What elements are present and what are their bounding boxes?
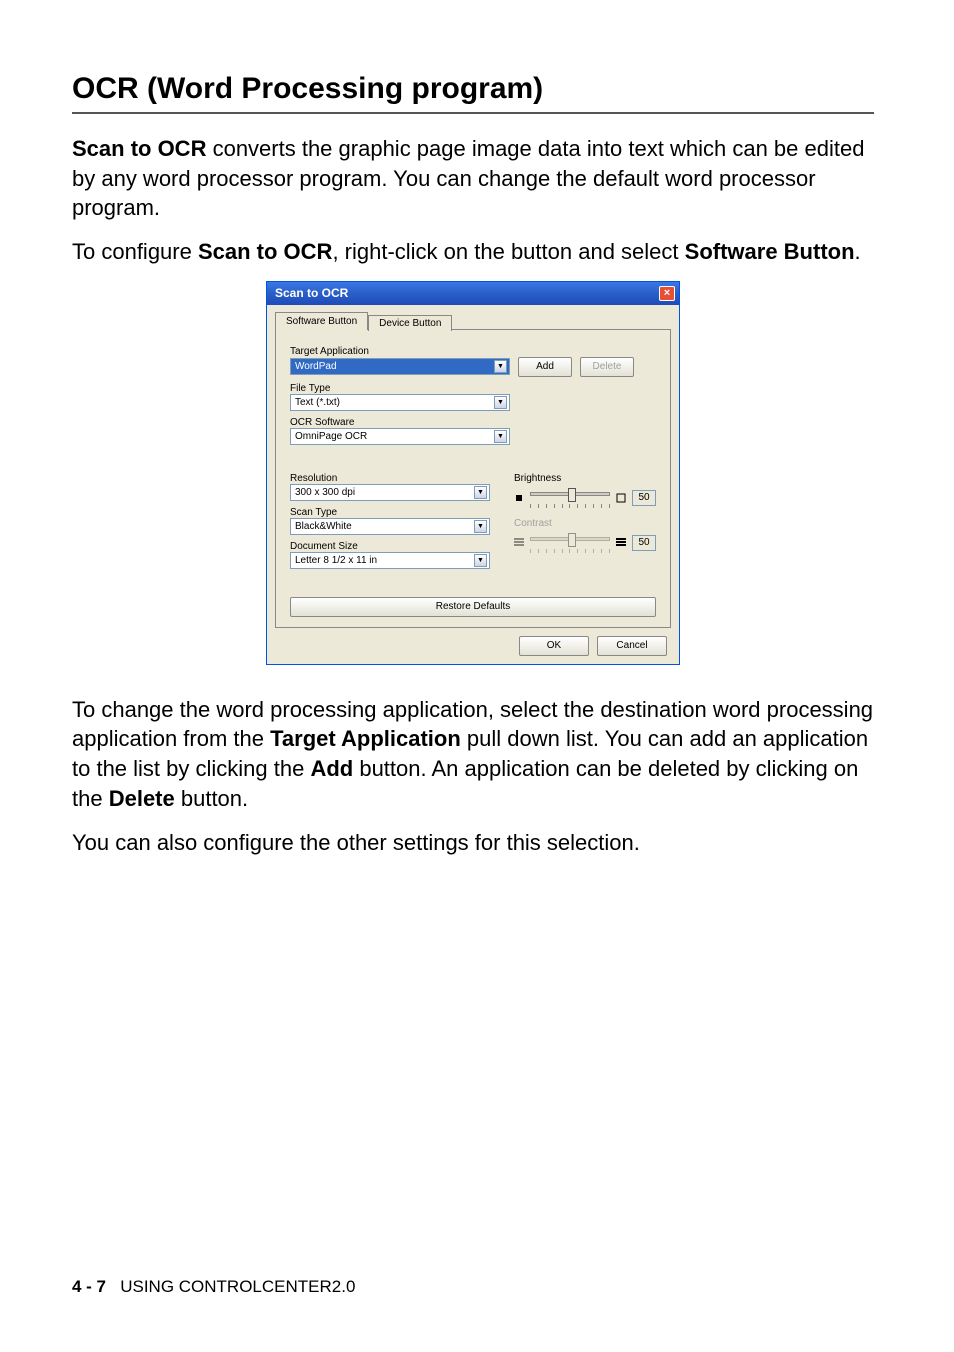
brightness-high-icon bbox=[616, 493, 626, 503]
contrast-high-icon bbox=[616, 538, 626, 548]
chevron-down-icon[interactable]: ▼ bbox=[474, 554, 487, 567]
chevron-down-icon[interactable]: ▼ bbox=[494, 430, 507, 443]
cancel-button[interactable]: Cancel bbox=[597, 636, 667, 656]
chevron-down-icon[interactable]: ▼ bbox=[474, 520, 487, 533]
label-target-application: Target Application bbox=[290, 346, 656, 357]
scan-to-ocr-dialog: Scan to OCR × Software Button Device But… bbox=[266, 281, 680, 665]
footer-section: USING CONTROLCENTER2.0 bbox=[120, 1277, 355, 1296]
resolution-value: 300 x 300 dpi bbox=[295, 485, 355, 500]
target-application-select[interactable]: WordPad ▼ bbox=[290, 358, 510, 375]
page-footer: 4 - 7 USING CONTROLCENTER2.0 bbox=[72, 1277, 874, 1297]
brightness-value: 50 bbox=[632, 490, 656, 506]
label-file-type: File Type bbox=[290, 383, 656, 394]
p2-d: Software Button bbox=[685, 239, 855, 264]
tab-panel: Target Application WordPad ▼ Add Delete … bbox=[275, 329, 671, 628]
chevron-down-icon[interactable]: ▼ bbox=[474, 486, 487, 499]
p2-e: . bbox=[855, 239, 861, 264]
paragraph-3: To change the word processing applicatio… bbox=[72, 695, 874, 814]
contrast-value: 50 bbox=[632, 535, 656, 551]
tab-software-button[interactable]: Software Button bbox=[275, 312, 368, 330]
contrast-slider bbox=[530, 533, 610, 553]
ocr-software-value: OmniPage OCR bbox=[295, 429, 367, 444]
p3-d: Add bbox=[310, 756, 353, 781]
p2-a: To configure bbox=[72, 239, 198, 264]
ocr-software-select[interactable]: OmniPage OCR ▼ bbox=[290, 428, 510, 445]
chevron-down-icon[interactable]: ▼ bbox=[494, 396, 507, 409]
p1-lead: Scan to OCR bbox=[72, 136, 206, 161]
p3-f: Delete bbox=[109, 786, 175, 811]
paragraph-1: Scan to OCR converts the graphic page im… bbox=[72, 134, 874, 223]
dialog-title: Scan to OCR bbox=[275, 286, 348, 300]
tab-device-button[interactable]: Device Button bbox=[368, 315, 452, 331]
document-size-select[interactable]: Letter 8 1/2 x 11 in ▼ bbox=[290, 552, 490, 569]
dialog-titlebar: Scan to OCR × bbox=[267, 282, 679, 305]
brightness-slider[interactable] bbox=[530, 488, 610, 508]
label-resolution: Resolution bbox=[290, 473, 490, 484]
paragraph-4: You can also configure the other setting… bbox=[72, 828, 874, 858]
label-scan-type: Scan Type bbox=[290, 507, 490, 518]
target-application-value: WordPad bbox=[295, 359, 337, 374]
resolution-select[interactable]: 300 x 300 dpi ▼ bbox=[290, 484, 490, 501]
label-ocr-software: OCR Software bbox=[290, 417, 656, 428]
contrast-low-icon bbox=[514, 538, 524, 548]
label-contrast: Contrast bbox=[514, 518, 656, 529]
paragraph-2: To configure Scan to OCR, right-click on… bbox=[72, 237, 874, 267]
close-icon[interactable]: × bbox=[659, 286, 675, 301]
brightness-low-icon bbox=[514, 493, 524, 503]
p3-g: button. bbox=[175, 786, 248, 811]
heading-rule bbox=[72, 112, 874, 114]
restore-defaults-button[interactable]: Restore Defaults bbox=[290, 597, 656, 617]
label-brightness: Brightness bbox=[514, 473, 656, 484]
file-type-select[interactable]: Text (*.txt) ▼ bbox=[290, 394, 510, 411]
p3-b: Target Application bbox=[270, 726, 461, 751]
file-type-value: Text (*.txt) bbox=[295, 395, 340, 410]
scan-type-value: Black&White bbox=[295, 519, 352, 534]
delete-button[interactable]: Delete bbox=[580, 357, 634, 377]
scan-type-select[interactable]: Black&White ▼ bbox=[290, 518, 490, 535]
ok-button[interactable]: OK bbox=[519, 636, 589, 656]
label-document-size: Document Size bbox=[290, 541, 490, 552]
document-size-value: Letter 8 1/2 x 11 in bbox=[295, 553, 377, 568]
p2-c: , right-click on the button and select bbox=[332, 239, 684, 264]
p2-b: Scan to OCR bbox=[198, 239, 332, 264]
footer-page-num: 4 - 7 bbox=[72, 1277, 106, 1296]
page-heading: OCR (Word Processing program) bbox=[72, 72, 874, 106]
chevron-down-icon[interactable]: ▼ bbox=[494, 360, 507, 373]
add-button[interactable]: Add bbox=[518, 357, 572, 377]
